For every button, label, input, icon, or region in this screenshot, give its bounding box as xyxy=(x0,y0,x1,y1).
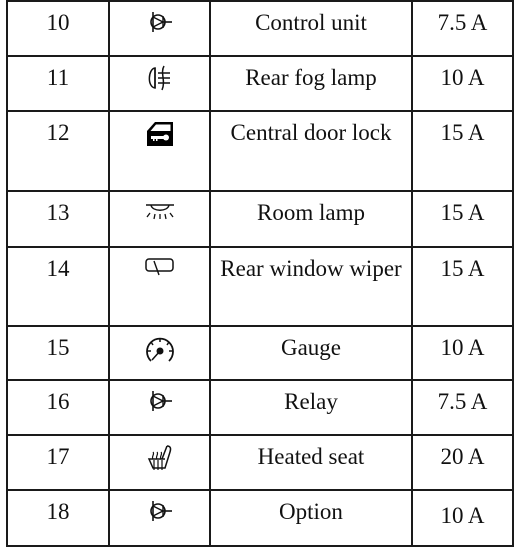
table-row: 15 Gauge 10 A xyxy=(6,325,514,381)
fuse-rating: 15 A xyxy=(440,120,485,145)
fuse-rating-cell: 15 A xyxy=(411,246,514,327)
fuse-number: 17 xyxy=(46,444,70,469)
fuse-rating: 10 A xyxy=(440,335,485,360)
fuse-rating: 20 A xyxy=(440,444,485,469)
fuse-description: Control unit xyxy=(255,10,367,35)
fuse-rating-cell: 10 A xyxy=(411,55,514,112)
fuse-icon-cell xyxy=(108,55,211,112)
fuse-rating: 7.5 A xyxy=(437,389,488,414)
table-row: 17 Heated seat 20 A xyxy=(6,434,514,491)
fuse-icon-cell xyxy=(108,325,211,381)
fuse-number: 10 xyxy=(46,10,70,35)
fuse-number: 14 xyxy=(46,256,70,281)
fuse-description-cell: Gauge xyxy=(209,325,413,381)
fuse-description-cell: Rear fog lamp xyxy=(209,55,413,112)
fuse-rating-cell: 10 A xyxy=(411,325,514,381)
fuse-icon-cell xyxy=(108,190,211,248)
fuse-rating: 10 A xyxy=(440,65,485,90)
fuse-number-cell: 16 xyxy=(6,379,110,436)
fuse-rating: 15 A xyxy=(440,200,485,225)
fuse-description: Rear window wiper xyxy=(220,256,402,281)
fuse-rating-cell: 20 A xyxy=(411,434,514,491)
fuse-rating-cell: 15 A xyxy=(411,190,514,248)
gauge-icon xyxy=(143,327,177,365)
fuse-description: Gauge xyxy=(280,335,342,360)
fuse-number-cell: 13 xyxy=(6,190,110,248)
fuse-number: 12 xyxy=(46,120,70,145)
fuse-description-cell: Relay xyxy=(209,379,413,436)
transistor-icon xyxy=(147,381,173,413)
heated-seat-icon xyxy=(145,436,175,472)
fuse-number-cell: 15 xyxy=(6,325,110,381)
fuse-description: Relay xyxy=(284,389,338,414)
fuse-description: Rear fog lamp xyxy=(245,65,377,90)
fuse-rating-cell: 10 A xyxy=(411,489,514,547)
fuse-description: Room lamp xyxy=(257,200,365,225)
fuse-description: Option xyxy=(279,499,343,524)
fuse-rating: 10 A xyxy=(440,503,485,528)
fuse-number-cell: 10 xyxy=(6,0,110,57)
fuse-description: Central door lock xyxy=(230,120,392,145)
fuse-rating: 7.5 A xyxy=(437,10,488,35)
fuse-icon-cell xyxy=(108,489,211,547)
fuse-number-cell: 14 xyxy=(6,246,110,327)
fuse-description-cell: Room lamp xyxy=(209,190,413,248)
fuse-description-cell: Control unit xyxy=(209,0,413,57)
fuse-description-cell: Heated seat xyxy=(209,434,413,491)
fuse-number-cell: 11 xyxy=(6,55,110,112)
fuse-description: Heated seat xyxy=(257,444,365,469)
fuse-icon-cell xyxy=(108,379,211,436)
table-row: 12 Central door lock 15 A xyxy=(6,110,514,192)
fuse-icon-cell xyxy=(108,110,211,192)
fuse-number-cell: 18 xyxy=(6,489,110,547)
fuse-rating-cell: 15 A xyxy=(411,110,514,192)
fuse-icon-cell xyxy=(108,246,211,327)
table-row: 10 Control unit 7.5 A xyxy=(6,0,514,57)
fuse-number: 11 xyxy=(46,65,70,90)
fuse-number: 15 xyxy=(46,335,70,360)
table-row: 13 Room lamp 15 A xyxy=(6,190,514,248)
fuse-number-cell: 12 xyxy=(6,110,110,192)
fuse-table: 10 Control unit 7.5 A 11 Rear fog lamp 1… xyxy=(6,0,514,547)
fuse-icon-cell xyxy=(108,0,211,57)
rear-fog-lamp-icon xyxy=(146,57,174,91)
rear-wiper-icon xyxy=(144,248,176,278)
table-row: 18 Option 10 A xyxy=(6,489,514,547)
fuse-number: 16 xyxy=(46,389,70,414)
table-row: 14 Rear window wiper 15 A xyxy=(6,246,514,327)
table-row: 16 Relay 7.5 A xyxy=(6,379,514,436)
fuse-rating: 15 A xyxy=(440,256,485,281)
fuse-rating-cell: 7.5 A xyxy=(411,379,514,436)
fuse-description-cell: Central door lock xyxy=(209,110,413,192)
fuse-description-cell: Option xyxy=(209,489,413,547)
transistor-icon xyxy=(147,491,173,523)
fuse-rating-cell: 7.5 A xyxy=(411,0,514,57)
fuse-number: 13 xyxy=(46,200,70,225)
room-lamp-icon xyxy=(142,192,178,224)
fuse-number: 18 xyxy=(46,499,70,524)
fuse-icon-cell xyxy=(108,434,211,491)
door-lock-icon xyxy=(145,112,175,148)
fuse-description-cell: Rear window wiper xyxy=(209,246,413,327)
fuse-number-cell: 17 xyxy=(6,434,110,491)
table-row: 11 Rear fog lamp 10 A xyxy=(6,55,514,112)
transistor-icon xyxy=(147,2,173,34)
